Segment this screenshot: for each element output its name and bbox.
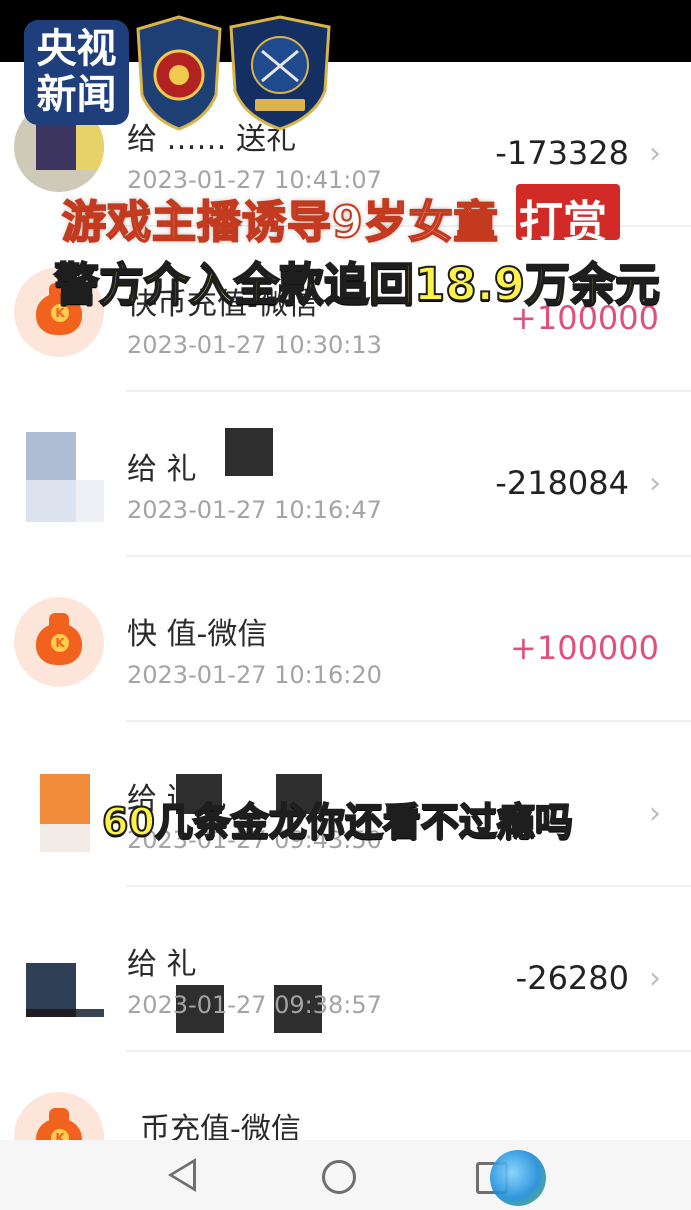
- headline-highlight-text: 打赏: [519, 197, 607, 248]
- transaction-time: 2023-01-27 10:16:47: [127, 496, 382, 524]
- transaction-title: 币充值-微信: [140, 1112, 301, 1140]
- chevron-right-icon: ›: [649, 136, 661, 171]
- transaction-row[interactable]: 给 礼 2023-01-27 09:38:57 -26280 ›: [0, 887, 691, 1052]
- cctv-logo-line2: 新闻: [36, 72, 117, 118]
- system-nav-bar: [0, 1140, 691, 1210]
- transaction-row[interactable]: K 币充值-微信: [0, 1052, 691, 1140]
- chevron-right-icon: ›: [649, 961, 661, 996]
- user-avatar: [14, 927, 104, 1017]
- quote-caption: 60几条金龙你还看不过瘾吗: [101, 799, 574, 845]
- transaction-amount: +100000: [510, 629, 659, 667]
- transaction-time: 2023-01-27 10:30:13: [127, 331, 382, 359]
- censor-block: [225, 428, 273, 476]
- transaction-row[interactable]: 给 礼 2023-01-27 10:16:47 -218084 ›: [0, 392, 691, 557]
- transaction-amount: -173328: [495, 134, 629, 172]
- cctv-news-logo: 央视 新闻: [24, 20, 129, 125]
- headline-caption: 游戏主播诱导9岁女童: [61, 196, 499, 249]
- coin-k-mark: K: [51, 1129, 69, 1140]
- transaction-title: 给 礼: [127, 452, 197, 487]
- watermark-logo: [490, 1150, 546, 1206]
- transaction-title: 给 礼: [127, 947, 197, 982]
- user-avatar: [14, 432, 104, 522]
- home-icon[interactable]: [322, 1160, 356, 1194]
- subheadline-caption: 警方介入全款追回18.9万余元: [53, 257, 661, 312]
- cctv-logo-line1: 央视: [36, 26, 117, 72]
- back-icon[interactable]: [168, 1158, 196, 1192]
- user-avatar: [14, 762, 104, 852]
- transaction-title: 快 值-微信: [127, 617, 268, 652]
- anti-fraud-center-logo: [229, 15, 331, 131]
- chevron-right-icon: ›: [649, 466, 661, 501]
- police-badge-logo: [136, 15, 222, 131]
- transaction-time: 2023-01-27 09:38:57: [127, 991, 382, 1019]
- coin-bag-icon: K: [14, 597, 104, 687]
- coin-bag-icon: K: [14, 1092, 104, 1140]
- coin-k-mark: K: [51, 634, 69, 652]
- transaction-row[interactable]: K 快 值-微信 2023-01-27 10:16:20 +100000: [0, 557, 691, 722]
- transaction-time: 2023-01-27 10:16:20: [127, 661, 382, 689]
- transaction-amount: -26280: [515, 959, 629, 997]
- transaction-amount: -218084: [495, 464, 629, 502]
- chevron-right-icon: ›: [649, 796, 661, 831]
